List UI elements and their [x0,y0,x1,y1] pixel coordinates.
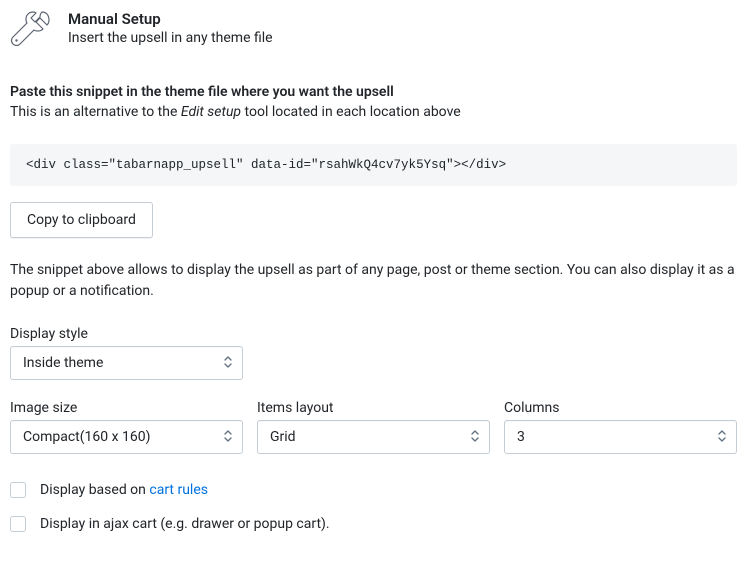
cart-rules-label: Display based on cart rules [40,482,208,498]
display-style-select[interactable]: Inside theme [10,346,243,380]
items-layout-select[interactable]: Grid [257,420,490,454]
header-subtitle: Insert the upsell in any theme file [68,30,273,46]
copy-to-clipboard-button[interactable]: Copy to clipboard [10,202,153,238]
header-text: Manual Setup Insert the upsell in any th… [68,10,273,46]
snippet-description: The snippet above allows to display the … [10,260,737,302]
image-size-label: Image size [10,400,243,416]
wrench-icon [10,10,54,54]
items-layout-label: Items layout [257,400,490,416]
code-snippet[interactable]: <div class="tabarnapp_upsell" data-id="r… [10,144,737,186]
display-style-label: Display style [10,326,737,342]
columns-select[interactable]: 3 [504,420,737,454]
instruction-title: Paste this snippet in the theme file whe… [10,84,737,100]
ajax-cart-checkbox[interactable] [10,516,26,532]
header: Manual Setup Insert the upsell in any th… [10,10,737,54]
header-title: Manual Setup [68,10,273,28]
columns-label: Columns [504,400,737,416]
cart-rules-link[interactable]: cart rules [149,482,208,498]
image-size-select[interactable]: Compact(160 x 160) [10,420,243,454]
instruction-subtitle: This is an alternative to the Edit setup… [10,104,737,120]
cart-rules-checkbox[interactable] [10,482,26,498]
ajax-cart-label: Display in ajax cart (e.g. drawer or pop… [40,516,330,532]
